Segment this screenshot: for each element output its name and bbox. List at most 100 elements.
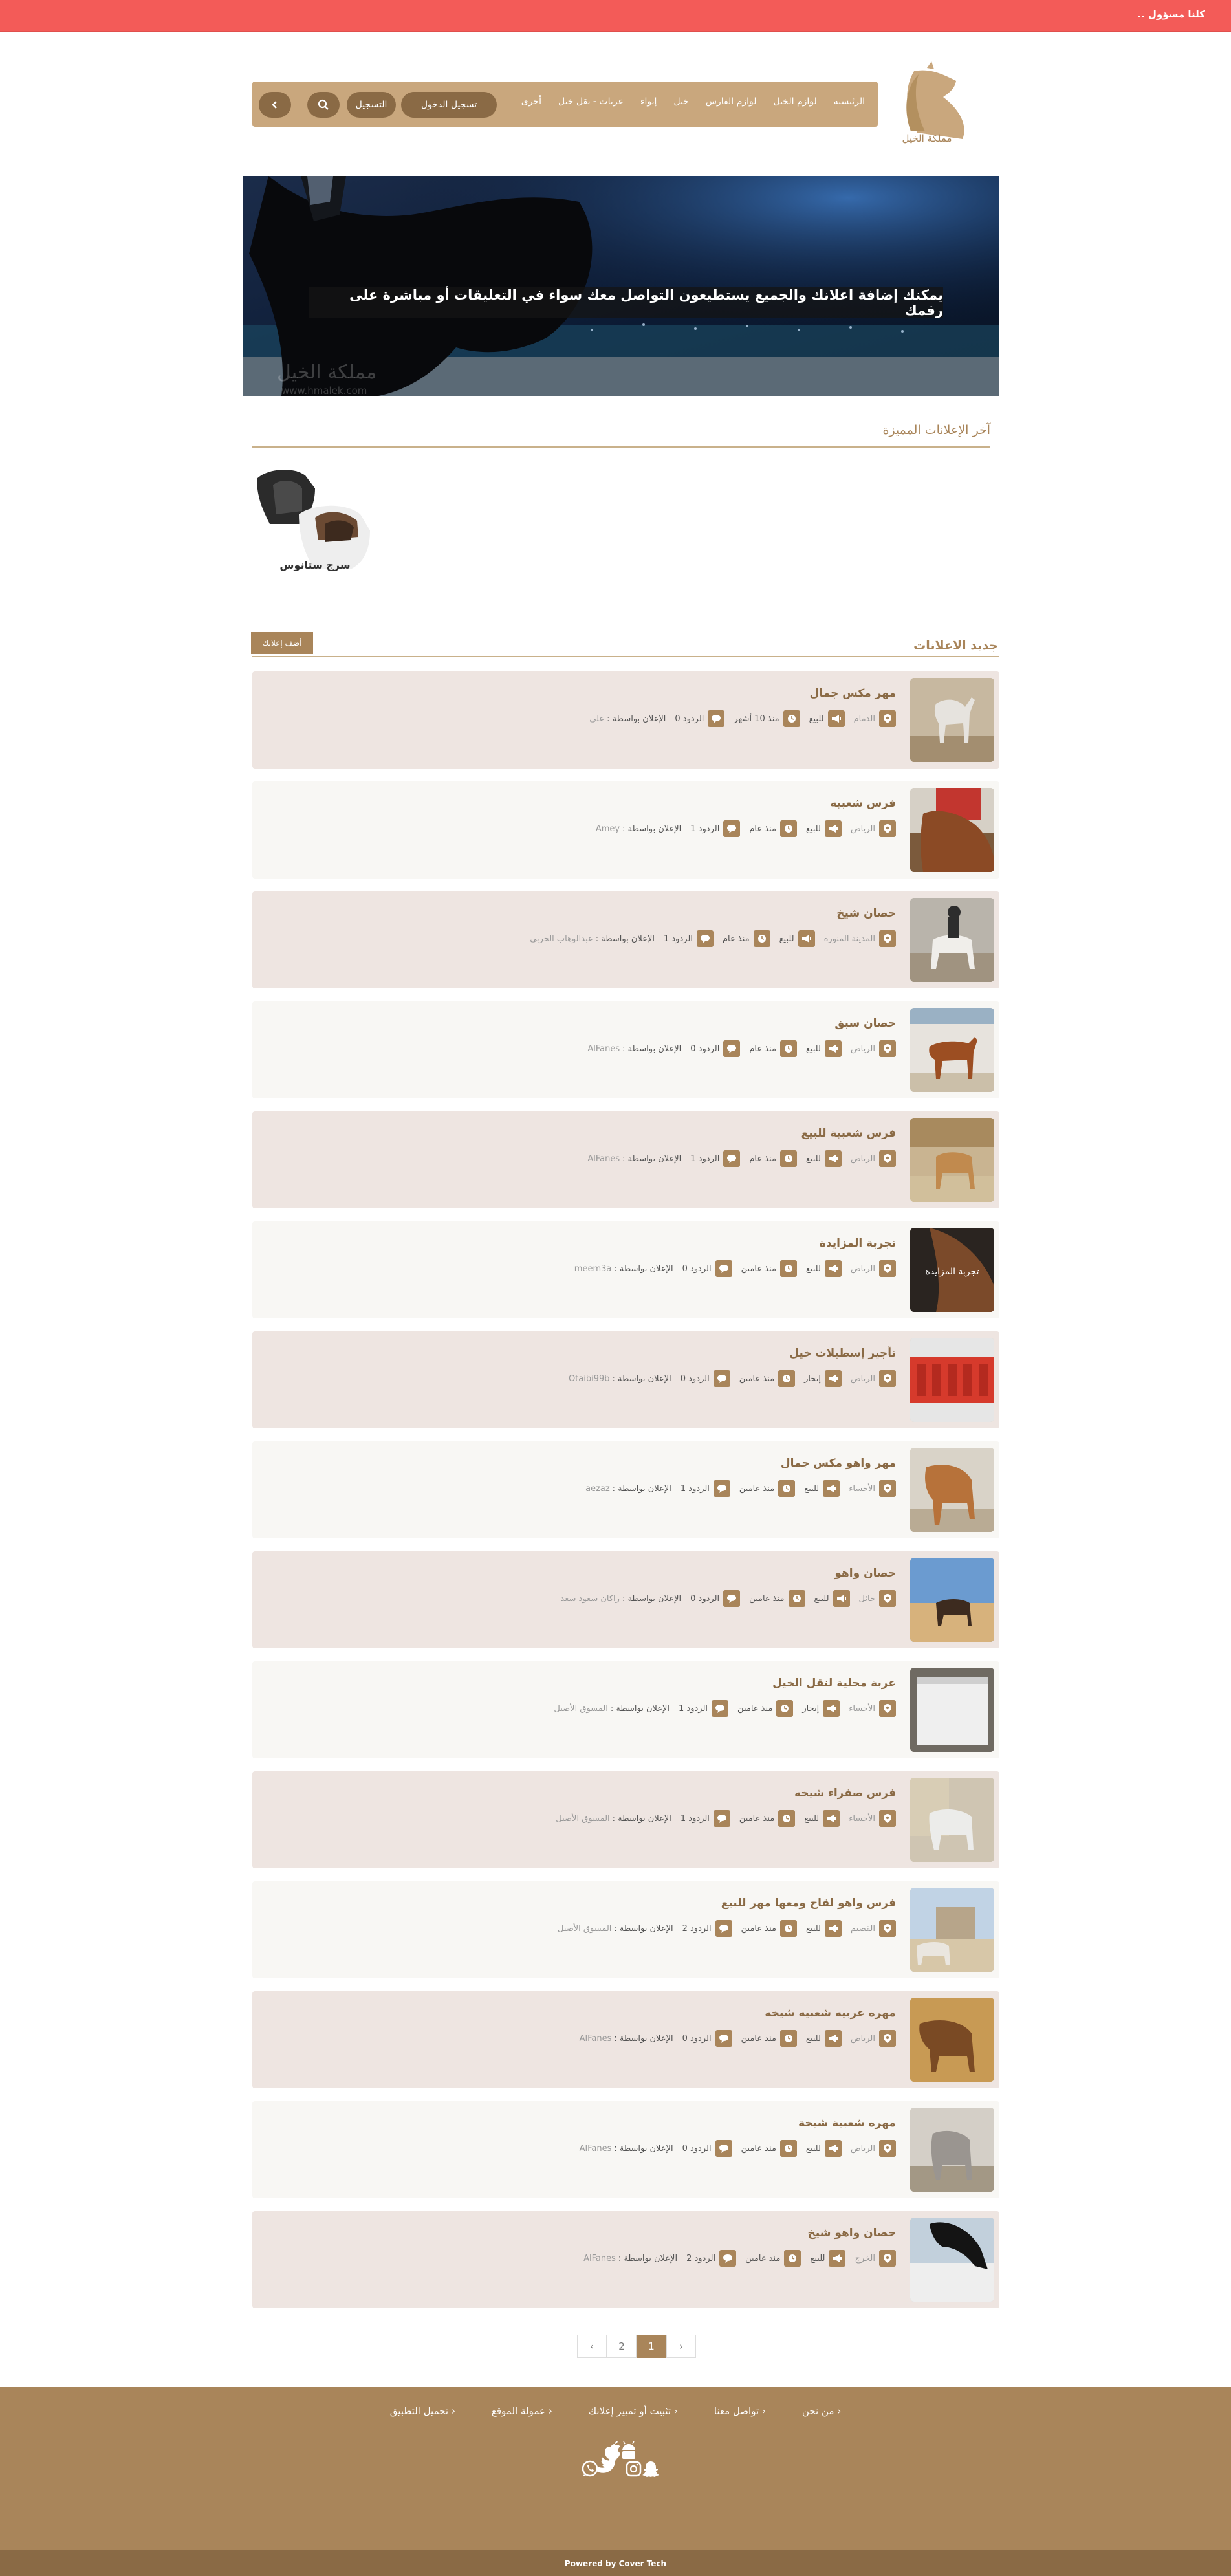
footer-link-contact[interactable]: ‹ تواصل معنا [714, 2405, 766, 2417]
ad-city[interactable]: المدينة المنورة [824, 934, 875, 944]
pagination-page-1[interactable]: 1 [637, 2335, 666, 2358]
back-button[interactable] [259, 92, 291, 118]
nav-link-home[interactable]: الرئيسية [834, 96, 865, 107]
ad-title[interactable]: مهر مكس جمال [810, 687, 896, 700]
ad-thumbnail[interactable]: تجربة المزايدة [910, 1228, 994, 1312]
ad-title[interactable]: عربة محلية لنقل الخيل [772, 1677, 896, 1690]
ad-card[interactable]: حصان واهو شيخ الخرج للبيع منذ عامين الردود 2… [252, 2211, 999, 2308]
nav-link-horse-supplies[interactable]: لوازم الخيل [773, 96, 816, 107]
ad-title[interactable]: فرس صفراء شيخه [794, 1787, 896, 1800]
ad-thumbnail[interactable] [910, 1888, 994, 1972]
nav-link-horses[interactable]: خيل [673, 96, 688, 107]
ad-author[interactable]: عبدالوهاب الحربي [530, 934, 593, 944]
horse-logo-icon[interactable] [891, 61, 988, 162]
snapchat-icon[interactable] [642, 2461, 659, 2477]
ad-card[interactable]: تجربة المزايدة تجربة المزايدة الرياض للبيع م… [252, 1221, 999, 1318]
footer-link-about[interactable]: ‹ من نحن [802, 2405, 841, 2417]
ad-city[interactable]: الأحساء [849, 1484, 875, 1494]
ad-card[interactable]: عربة محلية لنقل الخيل الأحساء إيجار منذ عام… [252, 1661, 999, 1758]
android-icon[interactable] [622, 2441, 635, 2459]
ad-author[interactable]: meem3a [574, 1264, 612, 1274]
nav-link-rider-supplies[interactable]: لوازم الفارس [706, 96, 757, 107]
ad-card[interactable]: فرس شعبية للبيع الرياض للبيع منذ عام الردود … [252, 1111, 999, 1208]
ad-title[interactable]: حصان سبق [834, 1017, 896, 1030]
login-button[interactable]: تسجيل الدخول [401, 92, 497, 118]
footer-link-commission[interactable]: ‹ عمولة الموقع [492, 2405, 552, 2417]
ad-card[interactable]: تأجير إسطبلات خيل الرياض إيجار منذ عامين الر… [252, 1331, 999, 1428]
ad-author[interactable]: aezaz [585, 1484, 610, 1494]
ad-thumbnail[interactable] [910, 1558, 994, 1642]
ad-author[interactable]: AlFanes [587, 1154, 620, 1164]
ad-city[interactable]: الدمام [854, 714, 875, 724]
ad-author[interactable]: AlFanes [580, 2034, 612, 2044]
ad-city[interactable]: حائل [859, 1594, 875, 1604]
ad-city[interactable]: الرياض [851, 1374, 875, 1384]
ad-city[interactable]: الأحساء [849, 1814, 875, 1824]
ad-thumbnail[interactable] [910, 1118, 994, 1202]
ad-city[interactable]: الرياض [851, 1264, 875, 1274]
pagination-prev[interactable]: ‹ [577, 2335, 607, 2358]
ad-title[interactable]: فرس واهو لقاح ومعها مهر للبيع [721, 1897, 896, 1910]
ad-thumbnail[interactable] [910, 788, 994, 872]
pagination-next[interactable]: › [666, 2335, 696, 2358]
ad-thumbnail[interactable] [910, 1338, 994, 1422]
ad-card[interactable]: مهر واهو مكس جمال الأحساء للبيع منذ عامين ال… [252, 1441, 999, 1538]
ad-title[interactable]: فرس شعبيه [830, 797, 896, 810]
footer-link-feature-ad[interactable]: ‹ تثبيت أو تمييز إعلانك [589, 2405, 678, 2417]
ad-city[interactable]: الرياض [851, 824, 875, 834]
ad-title[interactable]: حصان شيخ [836, 907, 896, 920]
register-button[interactable]: التسجيل [347, 92, 396, 118]
add-ad-button[interactable]: أضف إعلانك [251, 632, 313, 654]
ad-thumbnail[interactable] [910, 2218, 994, 2302]
ad-city[interactable]: الخرج [855, 2254, 875, 2264]
ad-author[interactable]: AlFanes [587, 1044, 620, 1054]
ad-thumbnail[interactable] [910, 1448, 994, 1532]
ad-card[interactable]: مهره عربيه شعبيه شيخه الرياض للبيع منذ عامي… [252, 1991, 999, 2088]
ad-author[interactable]: المسوق الأصيل [554, 1704, 607, 1714]
ad-thumbnail[interactable] [910, 1998, 994, 2082]
powered-by[interactable]: Powered by Cover Tech [0, 2559, 1231, 2568]
ad-thumbnail[interactable] [910, 678, 994, 762]
instagram-icon[interactable] [626, 2461, 642, 2477]
footer-link-download-app[interactable]: ‹ تحميل التطبيق [390, 2405, 455, 2417]
ad-title[interactable]: حصان واهو شيخ [808, 2227, 896, 2240]
ad-card[interactable]: مهر مكس جمال الدمام للبيع منذ 10 أشهر الردود… [252, 671, 999, 769]
ad-city[interactable]: الرياض [851, 1154, 875, 1164]
ad-author[interactable]: راكان سعود سعد [560, 1594, 620, 1604]
ad-thumbnail[interactable] [910, 1668, 994, 1752]
ad-title[interactable]: حصان واهو [834, 1567, 896, 1580]
ad-city[interactable]: الرياض [851, 1044, 875, 1054]
ad-card[interactable]: مهره شعبية شيخة الرياض للبيع منذ عامين الردو… [252, 2101, 999, 2198]
ad-thumbnail[interactable] [910, 2108, 994, 2192]
ad-card[interactable]: فرس شعبيه الرياض للبيع منذ عام الردود 1 الإعل… [252, 781, 999, 879]
ad-author[interactable]: AlFanes [580, 2144, 612, 2154]
ad-card[interactable]: فرس صفراء شيخه الأحساء للبيع منذ عامين الردو… [252, 1771, 999, 1868]
nav-link-trailers[interactable]: عربات - نقل خيل [558, 96, 624, 107]
ad-city[interactable]: الرياض [851, 2144, 875, 2154]
ad-author[interactable]: المسوق الأصيل [558, 1924, 611, 1934]
ad-author[interactable]: المسوق الأصيل [556, 1814, 609, 1824]
ad-author[interactable]: Otaibi99b [569, 1374, 610, 1384]
ad-title[interactable]: مهره عربيه شعبيه شيخه [765, 2007, 896, 2020]
ad-title[interactable]: تأجير إسطبلات خيل [789, 1347, 896, 1360]
apple-icon[interactable] [605, 2441, 620, 2459]
twitter-icon[interactable] [596, 2456, 617, 2473]
featured-item-title[interactable]: سرج ستانوس [254, 559, 376, 571]
ad-card[interactable]: حصان سبق الرياض للبيع منذ عام الردود 0 الإعلا… [252, 1001, 999, 1098]
ad-city[interactable]: الأحساء [849, 1704, 875, 1714]
ad-card[interactable]: حصان واهو حائل للبيع منذ عامين الردود 0 الإعل… [252, 1551, 999, 1648]
whatsapp-icon[interactable] [582, 2460, 598, 2477]
ad-title[interactable]: تجربة المزايدة [820, 1237, 896, 1250]
ad-card[interactable]: حصان شيخ المدينة المنورة للبيع منذ عام الردو… [252, 891, 999, 988]
ad-title[interactable]: مهره شعبية شيخة [798, 2117, 896, 2130]
ad-title[interactable]: فرس شعبية للبيع [801, 1127, 896, 1140]
ad-city[interactable]: القصيم [851, 1924, 875, 1934]
ad-city[interactable]: الرياض [851, 2034, 875, 2044]
nav-link-other[interactable]: أخرى [521, 96, 541, 107]
ad-title[interactable]: مهر واهو مكس جمال [781, 1457, 896, 1470]
ad-thumbnail[interactable] [910, 898, 994, 982]
nav-link-stables[interactable]: إيواء [640, 96, 657, 107]
ad-author[interactable]: علي [589, 714, 604, 724]
ad-author[interactable]: AlFanes [583, 2254, 616, 2264]
ad-card[interactable]: فرس واهو لقاح ومعها مهر للبيع القصيم للبيع… [252, 1881, 999, 1978]
